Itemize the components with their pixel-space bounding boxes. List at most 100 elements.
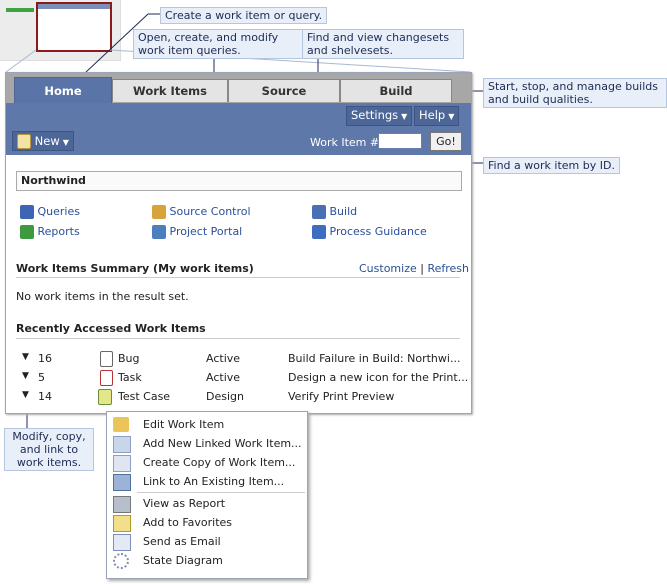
work-item-id: 14 (38, 390, 52, 403)
divider (16, 277, 460, 278)
queries-icon (20, 205, 34, 219)
go-button[interactable]: Go! (430, 132, 462, 151)
table-row[interactable]: ▼ 16 Bug Active Build Failure in Build: … (20, 351, 461, 370)
menu-item-label: View as Report (143, 497, 226, 510)
link-process-guidance[interactable]: Process Guidance (312, 225, 427, 239)
work-item-type: Task (118, 371, 142, 384)
tab-strip: Home Work Items Source Build (6, 73, 471, 104)
menu-item-add-linked[interactable]: Add New Linked Work Item... (107, 434, 307, 453)
chevron-down-icon: ▼ (62, 138, 69, 147)
email-icon (113, 534, 131, 551)
task-icon (100, 370, 113, 386)
chevron-down-icon[interactable]: ▼ (22, 371, 29, 381)
callout-modify: Modify, copy, and link to work items. (4, 428, 94, 471)
menu-item-label: Create Copy of Work Item... (143, 456, 296, 469)
callout-queries: Open, create, and modify work item queri… (133, 29, 303, 59)
new-document-icon (17, 134, 31, 149)
work-item-id: 16 (38, 352, 52, 365)
folder-open-icon (113, 417, 129, 432)
menu-separator (137, 492, 305, 493)
work-item-type: Test Case (118, 390, 171, 403)
work-item-context-menu: Edit Work Item Add New Linked Work Item.… (106, 411, 308, 579)
work-item-number-input[interactable] (378, 133, 422, 149)
work-item-type: Bug (118, 352, 140, 365)
menu-item-edit[interactable]: Edit Work Item (107, 415, 307, 434)
source-control-icon (152, 205, 166, 219)
add-linked-icon (113, 436, 131, 453)
chevron-down-icon: ▼ (401, 112, 408, 121)
work-item-title: Design a new icon for the Print... (288, 371, 469, 384)
menu-item-create-copy[interactable]: Create Copy of Work Item... (107, 453, 307, 472)
favorites-icon (113, 515, 131, 532)
menu-item-label: Add to Favorites (143, 516, 233, 529)
work-item-number-label: Work Item # (310, 136, 380, 149)
link-build-label: Build (329, 205, 358, 218)
menu-item-label: Send as Email (143, 535, 221, 548)
help-label: Help (419, 108, 446, 122)
link-queries[interactable]: Queries (20, 205, 80, 219)
link-reports[interactable]: Reports (20, 225, 80, 239)
menu-item-link-existing[interactable]: Link to An Existing Item... (107, 472, 307, 491)
copy-icon (113, 455, 131, 472)
callout-find: Find a work item by ID. (483, 157, 620, 174)
link-source-control-label: Source Control (169, 205, 251, 218)
link-project-portal-label: Project Portal (169, 225, 243, 238)
new-label: New (34, 134, 60, 148)
link-process-guidance-label: Process Guidance (329, 225, 427, 238)
new-button[interactable]: New ▼ (12, 131, 74, 151)
refresh-link[interactable]: Refresh (427, 262, 469, 275)
settings-button[interactable]: Settings ▼ (346, 106, 413, 126)
state-diagram-icon (113, 553, 129, 569)
callout-changesets: Find and view changesets and shelvesets. (302, 29, 464, 59)
project-name: Northwind (16, 171, 462, 191)
empty-results-message: No work items in the result set. (16, 290, 189, 303)
team-portal-panel: Home Work Items Source Build Settings ▼ H… (5, 72, 472, 414)
link-build[interactable]: Build (312, 205, 357, 219)
customize-link[interactable]: Customize (359, 262, 417, 275)
settings-label: Settings (351, 108, 399, 122)
recent-title: Recently Accessed Work Items (16, 322, 206, 335)
link-project-portal[interactable]: Project Portal (152, 225, 242, 239)
work-item-state: Active (206, 352, 241, 365)
summary-actions: Customize | Refresh (359, 262, 469, 275)
callout-builds: Start, stop, and manage builds and build… (483, 78, 667, 108)
work-item-state: Active (206, 371, 241, 384)
test-case-icon (98, 389, 112, 405)
process-guidance-icon (312, 225, 326, 239)
work-item-id: 5 (38, 371, 45, 384)
table-row[interactable]: ▼ 5 Task Active Design a new icon for th… (20, 370, 468, 389)
reports-icon (20, 225, 34, 239)
tab-work-items[interactable]: Work Items (112, 79, 228, 102)
menu-item-send-email[interactable]: Send as Email (107, 532, 307, 551)
divider (16, 338, 460, 339)
menu-item-label: Edit Work Item (143, 418, 225, 431)
menu-item-view-report[interactable]: View as Report (107, 494, 307, 513)
menu-item-label: Add New Linked Work Item... (143, 437, 302, 450)
project-portal-icon (152, 225, 166, 239)
link-reports-label: Reports (37, 225, 80, 238)
home-content: Northwind Queries Source Control Build R… (6, 155, 471, 413)
toolbar-band: Settings ▼ Help ▼ New ▼ Work Item # Go! (6, 103, 471, 155)
bug-icon (100, 351, 113, 367)
link-icon (113, 474, 131, 491)
link-source-control[interactable]: Source Control (152, 205, 251, 219)
link-queries-label: Queries (37, 205, 80, 218)
menu-item-label: Link to An Existing Item... (143, 475, 285, 488)
help-button[interactable]: Help ▼ (414, 106, 460, 126)
work-item-title: Build Failure in Build: Northwi... (288, 352, 461, 365)
tab-home[interactable]: Home (14, 77, 112, 104)
work-item-state: Design (206, 390, 244, 403)
callout-create: Create a work item or query. (160, 7, 328, 24)
tab-source[interactable]: Source (228, 79, 340, 102)
chevron-down-icon: ▼ (448, 112, 455, 121)
menu-item-add-favorites[interactable]: Add to Favorites (107, 513, 307, 532)
chevron-down-icon[interactable]: ▼ (22, 352, 29, 362)
summary-title: Work Items Summary (My work items) (16, 262, 254, 275)
tab-build[interactable]: Build (340, 79, 452, 102)
chevron-down-icon[interactable]: ▼ (22, 390, 29, 400)
menu-item-label: State Diagram (143, 554, 223, 567)
work-item-title: Verify Print Preview (288, 390, 395, 403)
report-icon (113, 496, 131, 513)
menu-item-state-diagram[interactable]: State Diagram (107, 551, 307, 570)
table-row[interactable]: ▼ 14 Test Case Design Verify Print Previ… (20, 389, 460, 408)
